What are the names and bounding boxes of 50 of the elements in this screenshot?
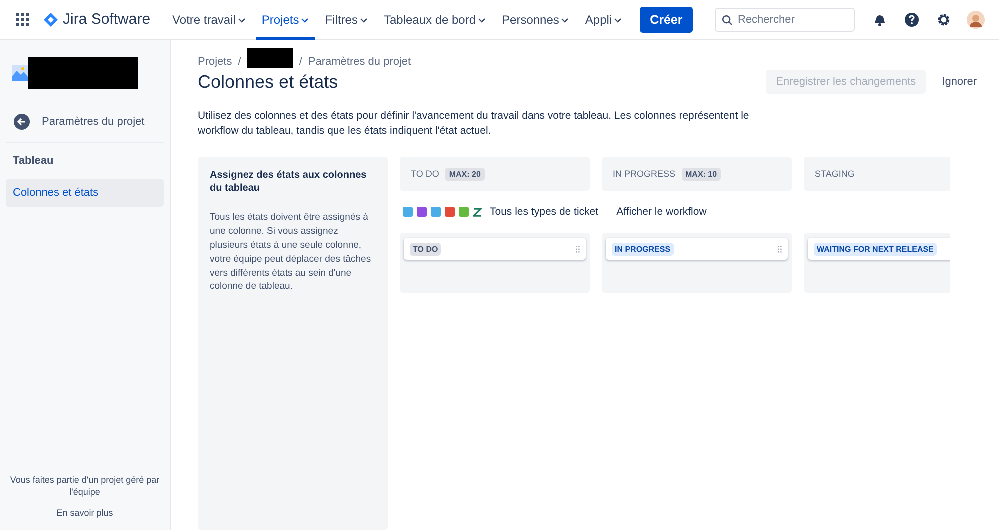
- nav-menu[interactable]: Personnes: [496, 0, 576, 40]
- redaction-block: [247, 48, 294, 68]
- drag-handle-icon[interactable]: [576, 246, 580, 253]
- breadcrumb-separator: /: [299, 56, 302, 68]
- status-lozenge: TO DO: [410, 242, 442, 256]
- column-name: STAGING: [815, 169, 855, 180]
- back-link[interactable]: Paramètres du projet: [6, 108, 164, 143]
- breadcrumb-link[interactable]: Paramètres du projet: [308, 56, 412, 68]
- search-icon: [722, 14, 733, 26]
- nav-menu[interactable]: Filtres: [319, 0, 374, 40]
- search-field[interactable]: Rechercher: [715, 8, 855, 32]
- page-title: Colonnes et états: [198, 72, 338, 92]
- drag-handle-icon[interactable]: [778, 246, 782, 253]
- nav-menu[interactable]: Tableaux de bord: [378, 0, 492, 40]
- chevron-down-icon: [478, 16, 486, 24]
- status-card[interactable]: WAITING FOR NEXT RELEASE: [808, 238, 950, 260]
- help-text: Tous les états doivent être assignés à une colonne. Si vous assignez plusieurs états à une seule colonne, votre équipe peut déplacer des tâches vers différents états au sein d'une colonne de tableau.: [210, 211, 372, 294]
- sidebar-item[interactable]: Colonnes et états: [6, 179, 164, 207]
- zigzag-icon: [473, 208, 482, 217]
- chevron-down-icon: [301, 16, 310, 24]
- description: Utilisez des colonnes et des états pour définir l'avancement du travail dans votre tableau. Les colonnes représentent le workflow du tableau, tandis que les états indiquent l'état actuel.: [198, 109, 750, 140]
- section-heading: Tableau: [12, 154, 55, 169]
- status-lozenge: WAITING FOR NEXT RELEASE: [814, 242, 937, 256]
- column-limit: MAX: 20: [445, 168, 485, 181]
- discard-button[interactable]: Ignorer: [932, 76, 977, 88]
- status-lozenge: IN PROGRESS: [612, 242, 674, 256]
- column-limit: MAX: 10: [682, 168, 722, 181]
- status-card[interactable]: TO DO: [404, 238, 586, 260]
- chevron-down-icon: [238, 16, 246, 24]
- create-button[interactable]: Créer: [640, 6, 693, 32]
- avatar-icon[interactable]: [965, 8, 987, 30]
- diamond-logo-icon: [44, 12, 58, 26]
- help-title: Assignez des états aux colonnes du tableau: [210, 169, 368, 196]
- breadcrumb-link[interactable]: Projets: [198, 56, 232, 68]
- column-name: IN PROGRESS: [613, 169, 676, 180]
- product-name: Jira Software: [63, 11, 151, 28]
- learn-more-link[interactable]: En savoir plus: [56, 508, 114, 518]
- project-avatar-icon: [12, 65, 28, 81]
- status-card[interactable]: IN PROGRESS: [606, 238, 788, 260]
- footer-text: Vous faites partie d'un projet géré par l'équipe: [9, 474, 161, 498]
- issue-type-filter[interactable]: Tous les types de ticket: [490, 206, 599, 218]
- chevron-down-icon: [614, 16, 622, 24]
- nav-menu[interactable]: Appli: [579, 0, 628, 40]
- chevron-down-icon: [360, 16, 368, 24]
- chevron-down-icon: [561, 16, 570, 24]
- column-name: TO DO: [411, 169, 440, 180]
- breadcrumb-separator: /: [238, 56, 242, 68]
- nav-menu[interactable]: Projets: [256, 0, 316, 40]
- workflow-link[interactable]: Afficher le workflow: [616, 206, 707, 218]
- nav-menu[interactable]: Votre travail: [166, 0, 252, 40]
